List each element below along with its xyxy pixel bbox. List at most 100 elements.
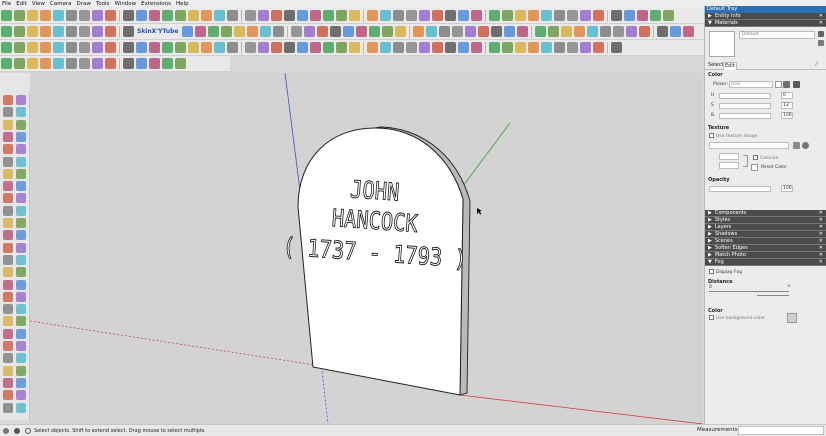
left-toolbar-tool-icon[interactable] xyxy=(16,291,26,302)
material-swatch[interactable] xyxy=(709,31,735,57)
left-toolbar-tool-icon[interactable] xyxy=(3,119,13,130)
match-photo-header[interactable]: ▶ Match Photo ✕ xyxy=(705,252,826,259)
toolbar-tool-icon[interactable] xyxy=(188,42,199,53)
toolbar-tool-icon[interactable] xyxy=(149,42,160,53)
create-material-icon[interactable] xyxy=(818,31,824,37)
toolbar-tool-icon[interactable] xyxy=(323,42,334,53)
left-toolbar-tool-icon[interactable] xyxy=(16,254,26,265)
toolbar-tool-icon[interactable] xyxy=(516,26,528,37)
toolbar-tool-icon[interactable] xyxy=(181,26,193,37)
reset-color-swatch[interactable] xyxy=(751,164,758,171)
toolbar-tool-icon[interactable] xyxy=(593,10,604,21)
menu-file[interactable]: File xyxy=(2,1,11,7)
toolbar-tool-icon[interactable] xyxy=(368,26,380,37)
toolbar-tool-icon[interactable] xyxy=(464,26,476,37)
toolbar-tool-icon[interactable] xyxy=(123,10,134,21)
toolbar-tool-icon[interactable] xyxy=(136,58,147,69)
toolbar-tool-icon[interactable] xyxy=(53,10,64,21)
reset-color-button[interactable]: Reset Color xyxy=(761,165,787,170)
toolbar-tool-icon[interactable] xyxy=(27,10,38,21)
toolbar-tool-icon[interactable] xyxy=(458,42,469,53)
texture-height-field[interactable] xyxy=(719,162,739,169)
menu-camera[interactable]: Camera xyxy=(50,1,72,7)
toolbar-tool-icon[interactable] xyxy=(637,10,648,21)
toolbar-tool-icon[interactable] xyxy=(567,10,578,21)
toolbar-tool-icon[interactable] xyxy=(342,26,354,37)
toolbar-tool-icon[interactable] xyxy=(547,26,559,37)
toolbar-tool-icon[interactable] xyxy=(534,26,546,37)
toolbar-tool-icon[interactable] xyxy=(586,26,598,37)
toolbar-tool-icon[interactable] xyxy=(560,26,572,37)
toolbar-tool-icon[interactable] xyxy=(541,10,552,21)
menu-tools[interactable]: Tools xyxy=(96,1,110,7)
toolbar-tool-icon[interactable] xyxy=(445,42,456,53)
left-toolbar-tool-icon[interactable] xyxy=(3,242,13,253)
toolbar-tool-icon[interactable] xyxy=(336,42,347,53)
toolbar-tool-icon[interactable] xyxy=(105,42,116,53)
left-toolbar-tool-icon[interactable] xyxy=(16,168,26,179)
toolbar-tool-icon[interactable] xyxy=(105,26,116,37)
toolbar-tool-icon[interactable] xyxy=(419,42,430,53)
toolbar-tool-icon[interactable] xyxy=(650,10,661,21)
texture-path-field[interactable] xyxy=(709,142,789,149)
toolbar-tool-icon[interactable] xyxy=(245,42,256,53)
soften-edges-header[interactable]: ▶ Soften Edges ✕ xyxy=(705,245,826,252)
tab-select[interactable]: Select xyxy=(707,62,723,70)
toolbar-tool-icon[interactable] xyxy=(245,10,256,21)
toolbar-tool-icon[interactable] xyxy=(194,26,206,37)
toolbar-tool-icon[interactable] xyxy=(580,42,591,53)
left-toolbar-tool-icon[interactable] xyxy=(16,304,26,315)
left-toolbar-tool-icon[interactable] xyxy=(3,291,13,302)
toolbar-tool-icon[interactable] xyxy=(66,10,77,21)
h-slider[interactable] xyxy=(719,93,771,99)
toolbar-tool-icon[interactable] xyxy=(92,58,103,69)
left-toolbar-tool-icon[interactable] xyxy=(16,218,26,228)
left-toolbar-tool-icon[interactable] xyxy=(3,279,13,290)
toolbar-tool-icon[interactable] xyxy=(66,42,77,53)
left-toolbar-tool-icon[interactable] xyxy=(3,341,13,351)
toolbar-tool-icon[interactable] xyxy=(220,26,232,37)
menu-view[interactable]: View xyxy=(32,1,45,7)
toolbar-tool-icon[interactable] xyxy=(489,10,500,21)
toolbar-tool-icon[interactable] xyxy=(40,42,51,53)
toolbar-tool-icon[interactable] xyxy=(624,10,635,21)
toolbar-tool-icon[interactable] xyxy=(489,42,500,53)
toolbar-tool-icon[interactable] xyxy=(246,26,258,37)
menu-window[interactable]: Window xyxy=(114,1,136,7)
toolbar-tool-icon[interactable] xyxy=(458,10,469,21)
toolbar-tool-icon[interactable] xyxy=(214,42,225,53)
left-toolbar-tool-icon[interactable] xyxy=(3,181,13,192)
left-toolbar-tool-icon[interactable] xyxy=(3,144,13,155)
toolbar-tool-icon[interactable] xyxy=(310,10,321,21)
opacity-value[interactable]: 100 xyxy=(781,185,793,192)
entity-info-header[interactable]: ▶ Entity Info ✕ xyxy=(705,13,826,20)
toolbar-tool-icon[interactable] xyxy=(432,10,443,21)
toolbar-tool-icon[interactable] xyxy=(136,10,147,21)
left-toolbar-tool-icon[interactable] xyxy=(3,193,13,204)
toolbar-tool-icon[interactable] xyxy=(1,58,12,69)
s-value[interactable]: 13 xyxy=(781,102,793,109)
materials-header[interactable]: ▼ Materials ✕ xyxy=(705,20,826,27)
toolbar-tool-icon[interactable] xyxy=(201,42,212,53)
left-toolbar-tool-icon[interactable] xyxy=(3,304,13,315)
colorize-checkbox[interactable]: Colorize xyxy=(753,155,778,161)
use-bg-color-checkbox[interactable]: Use background color xyxy=(709,315,765,321)
toolbar-tool-icon[interactable] xyxy=(367,42,378,53)
link-dimensions-icon[interactable] xyxy=(743,155,748,167)
left-toolbar-tool-icon[interactable] xyxy=(16,131,26,142)
left-toolbar-tool-icon[interactable] xyxy=(16,95,26,105)
toolbar-tool-icon[interactable] xyxy=(14,10,25,21)
toolbar-tool-icon[interactable] xyxy=(290,26,302,37)
toolbar-tool-icon[interactable] xyxy=(611,42,622,53)
display-fog-checkbox[interactable]: Display Fog xyxy=(709,269,742,275)
toolbar-tool-icon[interactable] xyxy=(1,10,12,21)
left-toolbar-tool-icon[interactable] xyxy=(16,267,26,278)
toolbar-tool-icon[interactable] xyxy=(393,10,404,21)
toolbar-tool-icon[interactable] xyxy=(438,26,450,37)
toolbar-tool-icon[interactable] xyxy=(381,26,393,37)
left-toolbar-tool-icon[interactable] xyxy=(3,156,13,167)
toolbar-tool-icon[interactable] xyxy=(663,10,674,21)
picker-select[interactable]: HSB xyxy=(729,81,773,88)
shadows-header[interactable]: ▶ Shadows ✕ xyxy=(705,231,826,238)
toolbar-tool-icon[interactable] xyxy=(53,42,64,53)
